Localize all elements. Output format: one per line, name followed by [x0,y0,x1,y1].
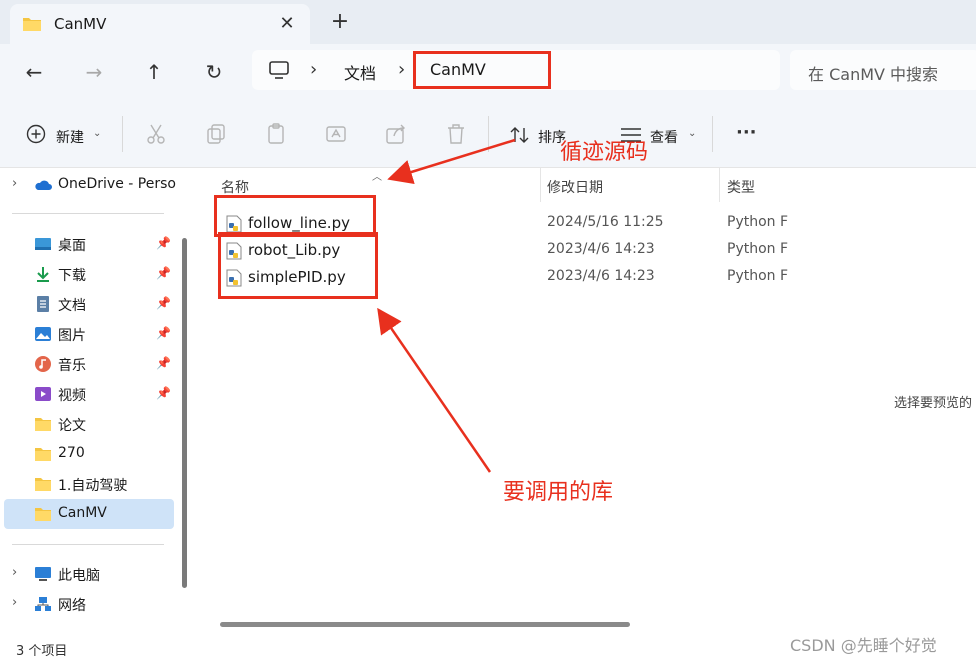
annotation-library-label: 要调用的库 [503,480,614,505]
arrow-to-libraries [377,307,492,473]
annotation-source-label: 循迹源码 [560,140,649,165]
arrow-to-source [387,138,516,185]
annotation-arrows [377,138,516,473]
